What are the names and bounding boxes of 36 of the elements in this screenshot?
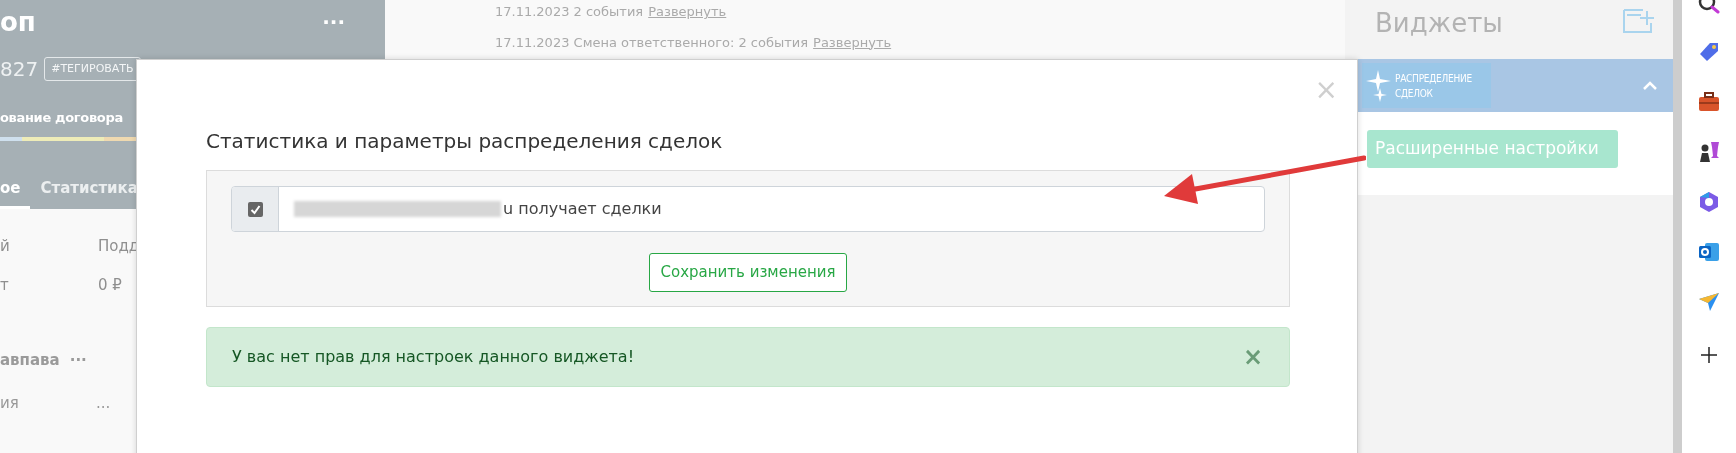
- chess-pieces-icon[interactable]: [1697, 140, 1721, 164]
- toolbox-icon[interactable]: [1697, 90, 1721, 114]
- contact-menu[interactable]: ···: [69, 349, 87, 372]
- add-icon[interactable]: [1700, 346, 1718, 364]
- alert-close-button[interactable]: ×: [1242, 345, 1263, 369]
- close-button[interactable]: ×: [1314, 76, 1338, 104]
- checkmark-icon: [249, 203, 261, 215]
- expand-link[interactable]: Развернуть: [648, 2, 727, 22]
- feed-entry: 17.11.2023 2 события: [495, 3, 644, 21]
- field-value: 0 ₽: [98, 275, 122, 296]
- feed-entry: 17.11.2023 Смена ответственного: 2 события: [495, 33, 809, 52]
- expand-link[interactable]: Развернуть: [813, 32, 892, 52]
- deal-title: оп: [0, 9, 36, 35]
- alert-message: У вас нет прав для настроек данного виджета!: [232, 346, 635, 368]
- advanced-settings-button[interactable]: Расширенные настройки: [1367, 130, 1618, 168]
- field-label: ия: [0, 392, 20, 414]
- deal-number: 827: [0, 56, 39, 83]
- search-icon[interactable]: [1697, 0, 1721, 14]
- panel-title: Виджеты: [1375, 7, 1503, 40]
- scrollbar[interactable]: [1673, 0, 1682, 453]
- checkbox[interactable]: [247, 201, 263, 217]
- stage-name: ование договора: [0, 109, 123, 127]
- widget-name: РАСПРЕДЕЛЕНИЕ: [1395, 71, 1472, 86]
- card-tab[interactable]: Статистика: [40, 181, 138, 209]
- modal-title: Статистика и параметры распределения сделок: [206, 128, 724, 155]
- field-value: ...: [96, 392, 111, 414]
- field-label: т: [0, 275, 10, 296]
- mail-app-icon[interactable]: [1697, 240, 1721, 264]
- contact-name: авпава: [0, 350, 60, 371]
- widget-name: СДЕЛОК: [1395, 86, 1434, 101]
- more-menu[interactable]: ···: [322, 7, 345, 37]
- tag-icon[interactable]: [1697, 40, 1721, 64]
- save-button[interactable]: Сохранить изменения: [649, 253, 847, 292]
- swirl-logo-icon[interactable]: [1697, 190, 1721, 214]
- user-label: u получает сделки: [503, 198, 662, 220]
- field-label: й: [0, 236, 11, 257]
